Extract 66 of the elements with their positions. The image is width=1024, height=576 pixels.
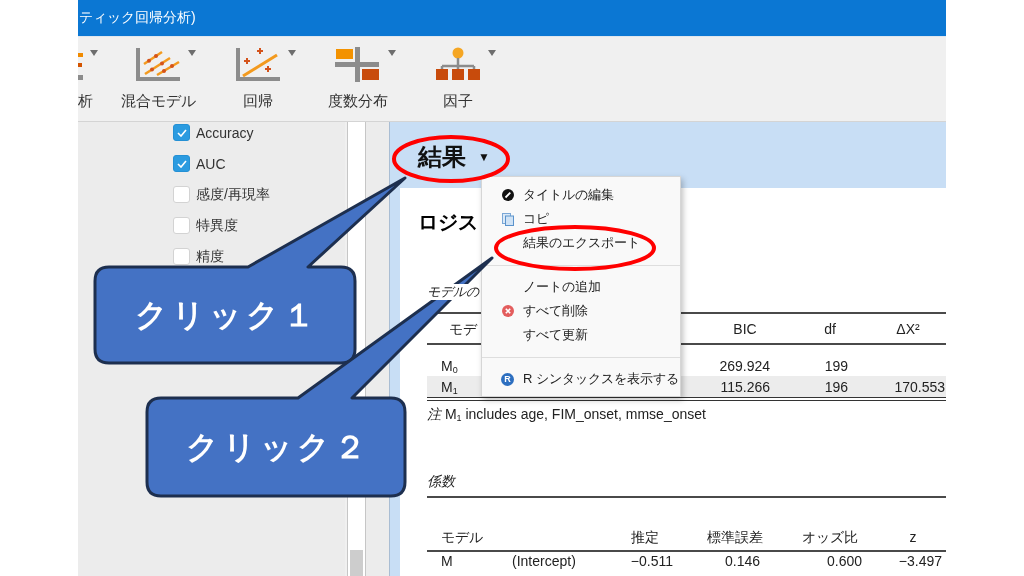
window-title: ティック回帰分析) [79, 9, 196, 27]
menu-item[interactable]: R R シンタックスを表示する [482, 367, 680, 391]
r-logo-icon: R [501, 372, 514, 386]
table-cell-text: −3.497 [898, 553, 943, 569]
menu-item[interactable]: すべて削除 [482, 299, 680, 323]
column-header: 標準誤差 [707, 529, 763, 545]
caret-icon [188, 50, 196, 56]
scatter-lines-icon [135, 47, 181, 82]
table-cell-text: 115.266 [720, 378, 771, 395]
toolbar-button[interactable]: 度数分布 [308, 37, 408, 121]
table-cell-text: −0.511 [630, 553, 674, 569]
column-header: モデ [448, 320, 477, 337]
table-cell-text: 0.146 [724, 553, 761, 569]
column-header: オッズ比 [802, 529, 858, 545]
toolbar-button[interactable]: 回帰 [208, 37, 308, 121]
menu-item[interactable]: タイトルの編集 [482, 183, 680, 207]
checkbox[interactable] [173, 124, 190, 141]
table-cell: 170.553 [894, 378, 946, 395]
callout-text: クリック１ [134, 296, 319, 334]
chart-fragment-icon [78, 50, 83, 80]
column-header: ΔX² [896, 320, 920, 337]
menu-item[interactable]: すべて更新 [482, 323, 680, 347]
table-cell-text: M [440, 553, 453, 569]
table-cell-text: 0.600 [826, 553, 863, 569]
table-cell-text: M$_{1}$ [440, 378, 458, 395]
caret-icon [388, 50, 396, 56]
toolbar-button[interactable]: 析 [78, 37, 108, 121]
frequency-table-icon [335, 47, 381, 82]
callout-text: クリック２ [185, 428, 370, 466]
table-cell-text: M$_{0}$ [440, 357, 458, 374]
option-label[interactable]: 精度 [196, 247, 224, 266]
caret-icon [488, 50, 496, 56]
results-menu-button[interactable]: 結果 ▼ [418, 143, 490, 171]
table-note: 注 M$_{1}$ includes age, FIM_onset, mmse_onset [427, 406, 706, 422]
scrollbar-thumb[interactable] [350, 550, 363, 576]
checkbox[interactable] [173, 155, 190, 172]
option-label[interactable]: 感度/再現率 [196, 185, 270, 204]
trend-line-icon [235, 47, 281, 82]
table-cell-text: 196 [824, 378, 849, 395]
column-header: モデル [440, 529, 483, 545]
column-header: z [909, 529, 917, 545]
column-header: BIC [733, 320, 757, 337]
checkmark-icon [176, 128, 187, 137]
option-label[interactable]: Accuracy [196, 124, 254, 141]
copy-icon [501, 212, 514, 226]
table-title: 係数 [427, 473, 455, 489]
pencil-icon [501, 189, 514, 201]
delete-icon [501, 305, 514, 317]
table-title: モデルの [427, 284, 479, 300]
option-label[interactable]: 特異度 [196, 216, 238, 235]
table-cell-text: 199 [824, 357, 849, 374]
caret-icon [288, 50, 296, 56]
menu-item[interactable]: 結果のエクスポート [482, 231, 680, 255]
analysis-title: ロジス [418, 210, 478, 234]
menu-item[interactable]: コピ [482, 207, 680, 231]
column-header: df [824, 320, 836, 337]
hierarchy-icon [435, 47, 481, 82]
caret-icon [90, 50, 98, 56]
menu-item[interactable]: ノートの追加 [482, 275, 680, 299]
table-cell-text: (Intercept) [511, 553, 576, 569]
toolbar-button[interactable]: 因子 [408, 37, 508, 121]
toolbar-button[interactable]: 混合モデル [108, 37, 208, 121]
checkmark-icon [176, 159, 187, 168]
table-cell-text: 269.924 [719, 357, 771, 374]
column-header: 推定 [631, 529, 659, 545]
option-label[interactable]: AUC [196, 155, 226, 172]
